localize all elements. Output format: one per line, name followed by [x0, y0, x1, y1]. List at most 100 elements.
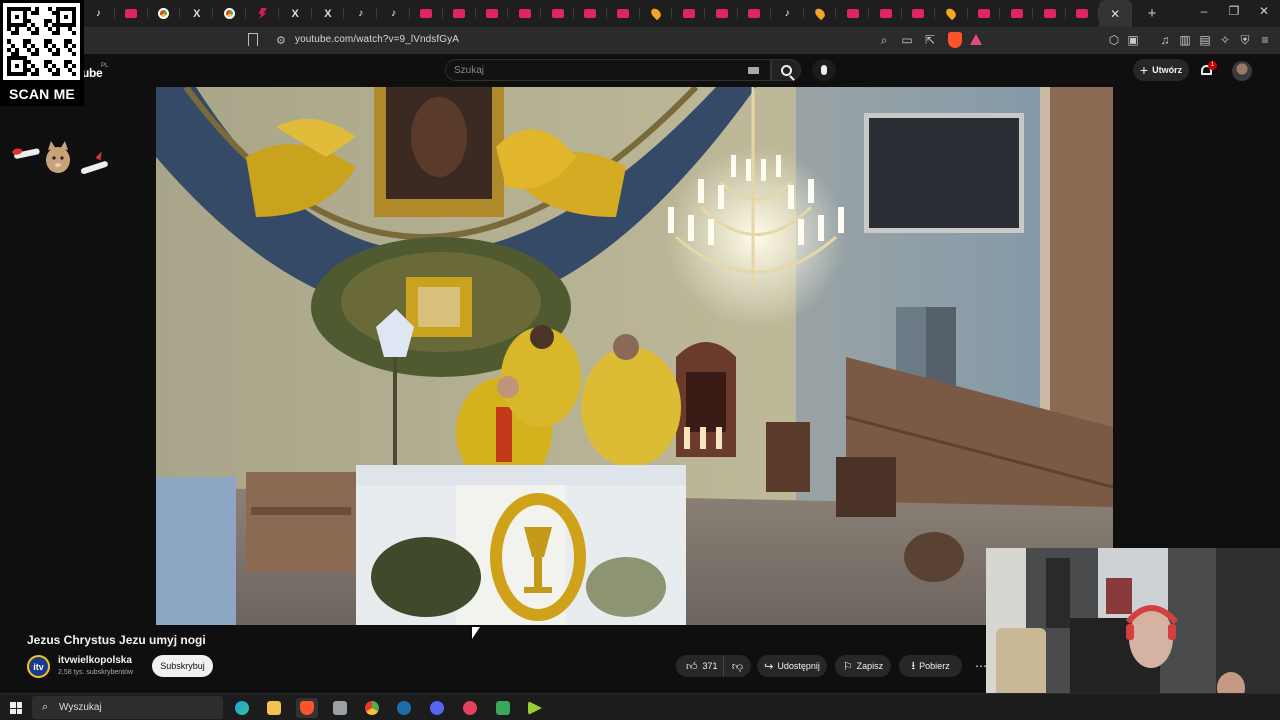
download-button[interactable]: ⭳ Pobierz — [899, 655, 962, 677]
browser-tab-youtube[interactable] — [869, 0, 902, 27]
youtube-favicon-icon — [748, 9, 761, 18]
browser-tab-youtube[interactable] — [410, 0, 443, 27]
close-window-button[interactable]: ✕ — [1256, 4, 1272, 18]
browser-tab-youtube[interactable] — [836, 0, 869, 27]
edge-app-icon[interactable] — [231, 698, 253, 718]
tiktok-favicon-icon: ♪ — [95, 7, 101, 19]
brave-rewards-icon[interactable] — [970, 34, 982, 45]
save-label: Zapisz — [856, 661, 884, 671]
plus-icon: + — [1139, 62, 1149, 78]
browser-tab-x[interactable]: X — [279, 0, 312, 27]
brave-shields-icon[interactable] — [948, 32, 962, 48]
tab-search-icon[interactable]: ▣ — [1125, 33, 1141, 47]
browser-tab-youtube[interactable] — [672, 0, 705, 27]
zoom-icon[interactable]: ⌕ — [876, 33, 892, 48]
browser-tab-location[interactable] — [804, 0, 837, 27]
browser-tab-active[interactable]: ✕ — [1098, 0, 1132, 27]
bookmark-icon[interactable] — [248, 33, 258, 46]
new-tab-button[interactable]: + — [1144, 5, 1160, 22]
browser-tab-chrome[interactable] — [148, 0, 181, 27]
youtube-favicon-icon — [879, 9, 892, 18]
chrome-app-icon[interactable] — [361, 698, 383, 718]
browser-tab-tiktok[interactable]: ♪ — [771, 0, 804, 27]
save-button[interactable]: ⚐ Zapisz — [835, 655, 891, 677]
browser-tab-youtube[interactable] — [574, 0, 607, 27]
steam-app-icon[interactable] — [393, 698, 415, 718]
media-icon[interactable]: ♫ — [1157, 33, 1173, 47]
tab-list: ♪ X X X ♪ ♪ ♪ ✕ — [82, 0, 1132, 27]
search-icon — [780, 64, 792, 76]
browser-tab-chrome[interactable] — [213, 0, 246, 27]
cast-icon[interactable]: ▭ — [899, 33, 915, 47]
account-avatar[interactable] — [1232, 61, 1252, 81]
x-favicon-icon: X — [193, 7, 201, 20]
chrome-favicon-icon — [158, 8, 170, 19]
discord-app-icon[interactable] — [426, 698, 448, 718]
extensions-icon[interactable]: ⬡ — [1106, 33, 1122, 47]
app-icon[interactable] — [459, 698, 481, 718]
taskbar-search-placeholder: Wyszukaj — [59, 702, 102, 713]
menu-icon[interactable]: ≡ — [1257, 33, 1273, 47]
youtube-logo[interactable]: ube — [82, 66, 103, 80]
dislike-button[interactable]: 👎︎ — [724, 660, 751, 673]
browser-tab-youtube[interactable] — [968, 0, 1001, 27]
browser-tab-tiktok[interactable]: ♪ — [377, 0, 410, 27]
address-bar-row: ⚙ youtube.com/watch?v=9_lVndsfGyA ⌕ ▭ ⇱ … — [0, 27, 1280, 54]
windows-start-icon[interactable] — [10, 702, 22, 714]
brave-app-icon[interactable] — [296, 698, 318, 718]
browser-tab-x[interactable]: X — [180, 0, 213, 27]
browser-tab-tiktok[interactable]: ♪ — [344, 0, 377, 27]
keyboard-icon[interactable] — [748, 67, 759, 74]
youtube-favicon-icon — [485, 9, 498, 18]
channel-avatar[interactable]: itv — [27, 655, 50, 678]
youtube-favicon-icon — [977, 9, 990, 18]
share-arrow-icon: ↪ — [764, 660, 774, 673]
browser-tab-youtube[interactable] — [443, 0, 476, 27]
create-button[interactable]: + Utwórz — [1133, 59, 1189, 81]
thumbs-down-icon: 👎︎ — [731, 660, 744, 673]
restore-button[interactable]: ❐ — [1226, 4, 1242, 18]
browser-tab-youtube[interactable] — [902, 0, 935, 27]
browser-tab-youtube[interactable] — [1033, 0, 1066, 27]
wallet-icon[interactable]: ▤ — [1197, 33, 1213, 47]
like-button[interactable]: 👍︎ 371 — [676, 655, 724, 677]
share-button[interactable]: ↪ Udostępnij — [757, 655, 827, 677]
browser-tab-youtube[interactable] — [476, 0, 509, 27]
minimize-button[interactable]: – — [1196, 4, 1212, 18]
search-button[interactable] — [771, 59, 801, 81]
close-tab-icon[interactable]: ✕ — [1110, 7, 1120, 21]
voice-search-button[interactable] — [812, 59, 836, 81]
app-icon[interactable] — [492, 698, 514, 718]
browser-tab-youtube[interactable] — [705, 0, 738, 27]
browser-tab-youtube[interactable] — [541, 0, 574, 27]
app-icon[interactable] — [524, 698, 546, 718]
sidebar-icon[interactable]: ▥ — [1177, 33, 1193, 47]
browser-tab-tiktok[interactable]: ♪ — [82, 0, 115, 27]
share-icon[interactable]: ⇱ — [922, 33, 938, 47]
qr-overlay: SCAN ME — [0, 0, 84, 106]
browser-tab-youtube[interactable] — [738, 0, 771, 27]
browser-tab-bolt[interactable] — [246, 0, 279, 27]
youtube-favicon-icon — [125, 9, 138, 18]
leo-ai-icon[interactable]: ✧ — [1217, 33, 1233, 47]
browser-tab-youtube[interactable] — [115, 0, 148, 27]
youtube-favicon-icon — [715, 9, 728, 18]
vpn-icon[interactable]: ⛨ — [1237, 33, 1253, 48]
browser-tab-youtube[interactable] — [508, 0, 541, 27]
app-icon[interactable] — [329, 698, 351, 718]
site-settings-icon[interactable]: ⚙ — [276, 34, 286, 47]
mouse-cursor — [472, 627, 480, 639]
browser-tab-youtube[interactable] — [1000, 0, 1033, 27]
browser-tab-x[interactable]: X — [312, 0, 345, 27]
address-bar[interactable]: youtube.com/watch?v=9_lVndsfGyA — [295, 34, 459, 45]
browser-tab-youtube[interactable] — [607, 0, 640, 27]
browser-tab-location[interactable] — [935, 0, 968, 27]
subscribe-button[interactable]: Subskrybuj — [152, 655, 213, 677]
browser-tab-youtube[interactable] — [1066, 0, 1099, 27]
search-input[interactable] — [445, 59, 771, 81]
video-player[interactable] — [156, 87, 1113, 625]
youtube-favicon-icon — [846, 9, 859, 18]
file-explorer-icon[interactable] — [263, 698, 285, 718]
channel-name[interactable]: itvwielkopolska — [58, 655, 132, 666]
browser-tab-location[interactable] — [640, 0, 673, 27]
